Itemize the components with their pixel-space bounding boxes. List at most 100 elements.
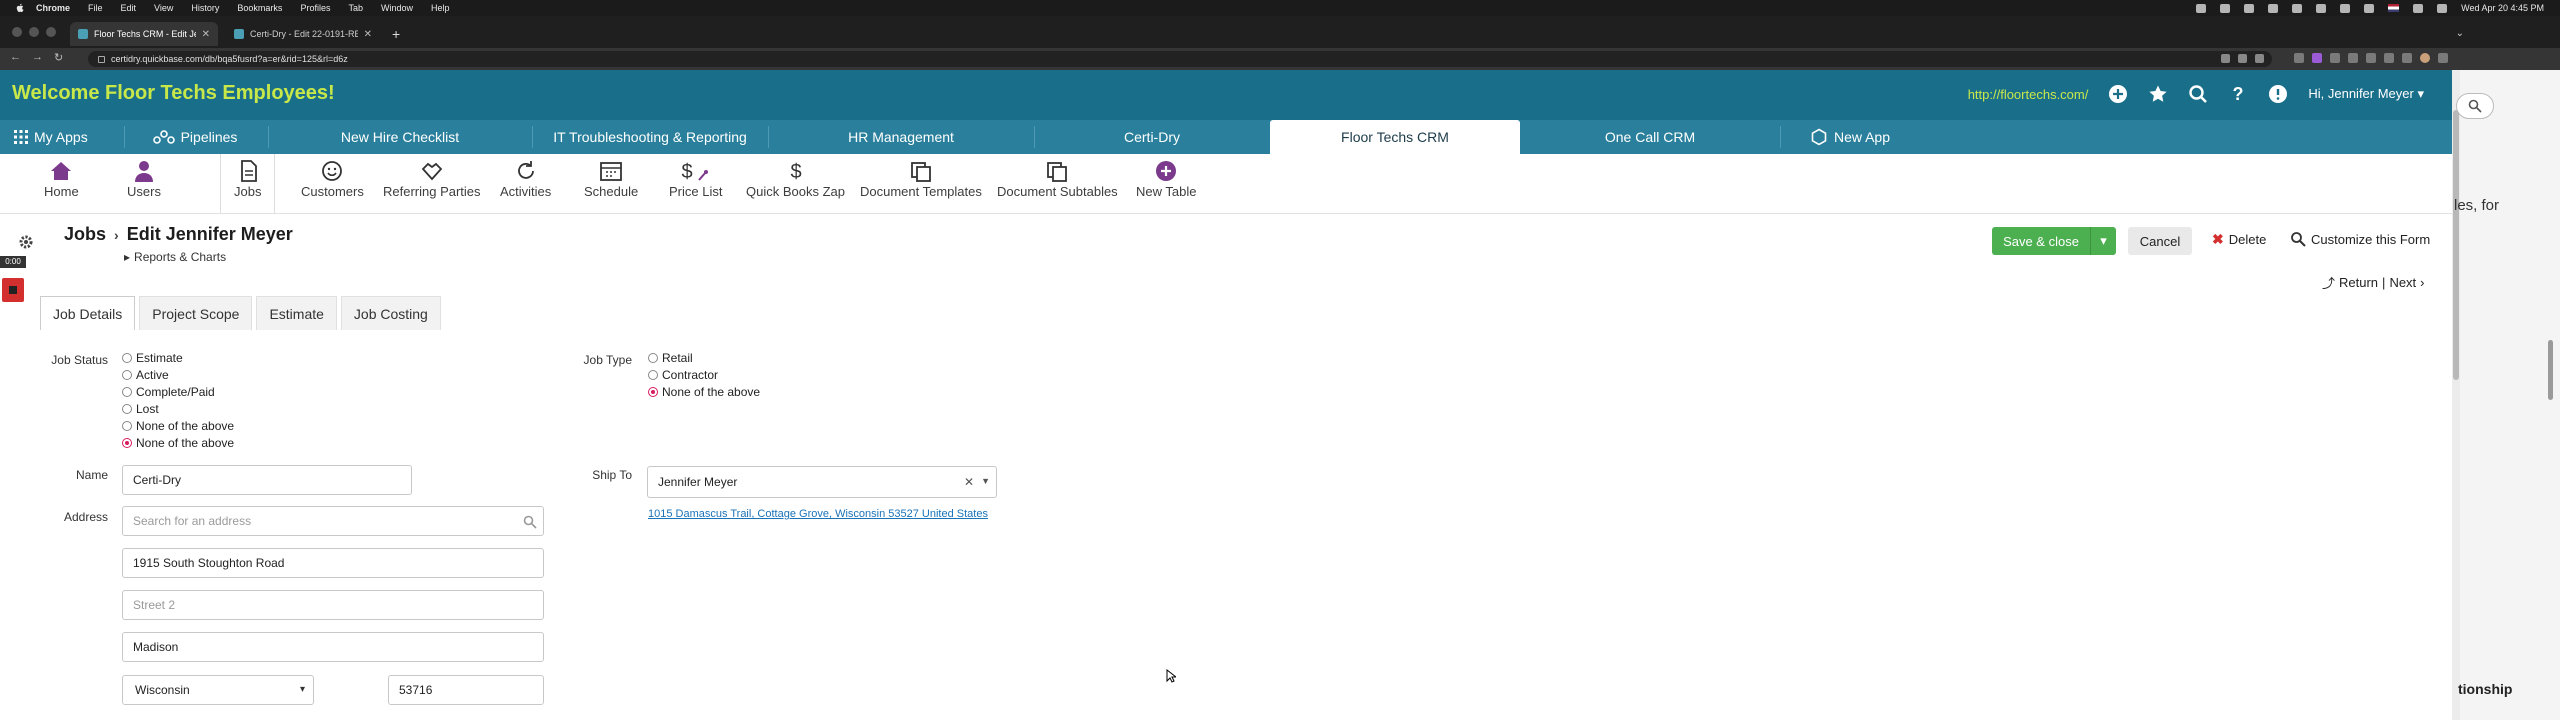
- return-link[interactable]: Return: [2339, 275, 2378, 290]
- radio-button[interactable]: [122, 369, 132, 380]
- radio-option[interactable]: Estimate: [122, 349, 234, 366]
- table-price-list[interactable]: $ Price List: [669, 160, 722, 199]
- radio-option[interactable]: Complete/Paid: [122, 383, 234, 400]
- customize-form-button[interactable]: Customize this Form: [2290, 231, 2430, 247]
- back-icon[interactable]: ←: [10, 51, 21, 63]
- table-schedule[interactable]: Schedule: [584, 160, 638, 199]
- nav-floor-techs-crm[interactable]: Floor Techs CRM: [1270, 120, 1520, 154]
- tab-estimate[interactable]: Estimate: [256, 296, 337, 330]
- extension-icon[interactable]: [2402, 53, 2412, 63]
- user-menu[interactable]: Hi, Jennifer Meyer ▾: [2308, 86, 2424, 102]
- extension-icon[interactable]: [2294, 53, 2304, 63]
- tray-icon[interactable]: [2364, 3, 2375, 13]
- radio-button[interactable]: [648, 352, 658, 363]
- tab-job-costing[interactable]: Job Costing: [340, 296, 441, 330]
- radio-option[interactable]: Active: [122, 366, 234, 383]
- delete-button[interactable]: ✖ Delete: [2212, 231, 2266, 248]
- street2-field[interactable]: Street 2: [122, 590, 544, 620]
- tray-icon[interactable]: [2340, 3, 2351, 13]
- minimize-window-icon[interactable]: [29, 27, 39, 37]
- tray-icon[interactable]: [2220, 3, 2231, 13]
- menu-profiles[interactable]: Profiles: [300, 3, 330, 13]
- nav-it-troubleshooting[interactable]: IT Troubleshooting & Reporting: [534, 120, 766, 154]
- help-icon[interactable]: ?: [2228, 84, 2248, 104]
- background-search-button[interactable]: [2456, 93, 2494, 119]
- radio-button[interactable]: [122, 420, 132, 431]
- nav-one-call-crm[interactable]: One Call CRM: [1522, 120, 1778, 154]
- lock-icon[interactable]: [98, 55, 105, 63]
- reports-link[interactable]: ▸ Reports & Charts: [124, 250, 226, 264]
- menu-app-chrome[interactable]: Chrome: [36, 3, 70, 13]
- menu-tab[interactable]: Tab: [348, 3, 363, 13]
- table-activities[interactable]: Activities: [500, 160, 551, 199]
- nav-new-app[interactable]: New App: [1782, 120, 1918, 154]
- radio-button-selected[interactable]: [648, 386, 658, 397]
- table-customers[interactable]: Customers: [301, 160, 364, 199]
- chevron-down-icon[interactable]: ▼: [981, 476, 990, 486]
- browser-menu-icon[interactable]: [2438, 53, 2448, 63]
- save-close-label[interactable]: Save & close: [1992, 227, 2090, 255]
- site-link[interactable]: http://floortechs.com/: [1968, 87, 2089, 102]
- zip-field[interactable]: 53716: [388, 675, 544, 705]
- radio-option[interactable]: None of the above: [648, 383, 760, 400]
- search-icon[interactable]: [523, 515, 537, 529]
- table-document-templates[interactable]: Document Templates: [860, 160, 982, 199]
- menubar-clock[interactable]: Wed Apr 20 4:45 PM: [2461, 3, 2544, 13]
- state-select[interactable]: Wisconsin ▾: [122, 675, 314, 705]
- favorites-star-icon[interactable]: [2148, 84, 2168, 104]
- table-new-table[interactable]: New Table: [1136, 160, 1196, 199]
- nav-new-hire-checklist[interactable]: New Hire Checklist: [270, 120, 530, 154]
- reload-icon[interactable]: ↻: [54, 51, 63, 64]
- save-options-chevron-icon[interactable]: ▾: [2090, 227, 2116, 255]
- radio-button[interactable]: [648, 369, 658, 380]
- radio-button[interactable]: [122, 386, 132, 397]
- cancel-button[interactable]: Cancel: [2128, 227, 2192, 255]
- close-tab-icon[interactable]: ✕: [364, 29, 372, 40]
- radio-option[interactable]: Retail: [648, 349, 760, 366]
- radio-option[interactable]: Lost: [122, 400, 234, 417]
- extension-icon[interactable]: [2330, 53, 2340, 63]
- tray-icon[interactable]: [2244, 3, 2255, 13]
- nav-pipelines[interactable]: Pipelines: [140, 120, 250, 154]
- table-home[interactable]: Home: [44, 160, 79, 199]
- add-icon[interactable]: [2108, 84, 2128, 104]
- table-jobs[interactable]: Jobs: [219, 154, 277, 213]
- menu-view[interactable]: View: [154, 3, 173, 13]
- forward-icon[interactable]: →: [32, 51, 43, 63]
- table-users[interactable]: Users: [127, 160, 161, 199]
- clear-icon[interactable]: ✕: [964, 475, 974, 489]
- street1-field[interactable]: 1915 South Stoughton Road: [122, 548, 544, 578]
- table-quick-books-zap[interactable]: $ Quick Books Zap: [746, 160, 845, 199]
- gear-icon[interactable]: [18, 234, 34, 250]
- close-tab-icon[interactable]: ✕: [202, 29, 210, 40]
- close-window-icon[interactable]: [12, 27, 22, 37]
- scrollbar-thumb[interactable]: [2453, 110, 2459, 380]
- save-close-button[interactable]: Save & close ▾: [1992, 227, 2116, 255]
- tab-project-scope[interactable]: Project Scope: [139, 296, 253, 330]
- return-arrow-icon[interactable]: ⤴: [2322, 273, 2335, 292]
- alert-icon[interactable]: [2268, 84, 2288, 104]
- menu-window[interactable]: Window: [381, 3, 413, 13]
- menu-file[interactable]: File: [88, 3, 103, 13]
- extension-icon[interactable]: [2384, 53, 2394, 63]
- new-tab-icon[interactable]: +: [392, 27, 400, 41]
- stop-recording-icon[interactable]: [2, 278, 24, 302]
- radio-button-selected[interactable]: [122, 437, 132, 448]
- radio-option[interactable]: Contractor: [648, 366, 760, 383]
- menu-edit[interactable]: Edit: [121, 3, 137, 13]
- key-icon[interactable]: [2221, 54, 2230, 63]
- extension-icon[interactable]: [2348, 53, 2358, 63]
- tray-icon[interactable]: [2196, 3, 2207, 13]
- menu-help[interactable]: Help: [431, 3, 450, 13]
- us-flag-icon[interactable]: [2388, 4, 2400, 12]
- table-document-subtables[interactable]: Document Subtables: [997, 160, 1118, 199]
- table-referring-parties[interactable]: Referring Parties: [383, 160, 481, 199]
- search-icon[interactable]: [2188, 84, 2208, 104]
- ship-to-address-link[interactable]: 1015 Damascus Trail, Cottage Grove, Wisc…: [648, 508, 988, 520]
- tab-job-details[interactable]: Job Details: [40, 296, 136, 330]
- radio-button[interactable]: [122, 352, 132, 363]
- wifi-icon[interactable]: [2413, 3, 2424, 13]
- address-search-input[interactable]: Search for an address: [122, 506, 544, 536]
- apple-icon[interactable]: [14, 3, 26, 13]
- tray-icon[interactable]: [2292, 3, 2303, 13]
